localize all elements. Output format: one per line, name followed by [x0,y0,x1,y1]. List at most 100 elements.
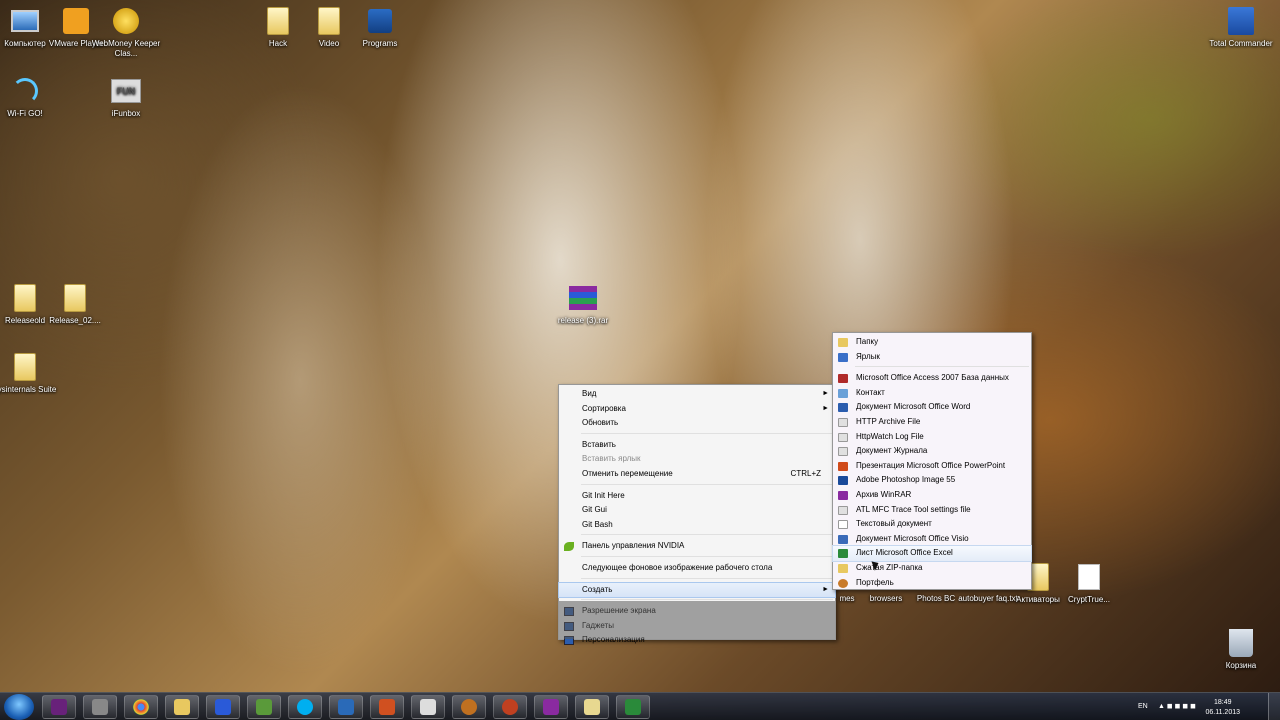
submenu-item-briefcase[interactable]: Портфель [833,576,1031,591]
desktop-icon-total-commander[interactable]: Total Commander [1204,6,1278,49]
taskbar-skype[interactable] [288,695,322,719]
tray-icons[interactable]: ▲ ◼ ◼ ◼ ◼ [1158,702,1196,712]
menu-item-git-bash[interactable]: Git Bash [559,518,835,533]
menu-item-refresh[interactable]: Обновить [559,416,835,431]
submenu-item-label: HttpWatch Log File [856,431,924,441]
desktop-icon-release-rar[interactable]: release (3).rar [546,283,620,326]
submenu-item-label: HTTP Archive File [856,416,921,426]
taskbar-winrar[interactable] [534,695,568,719]
menu-item-label: Git Gui [582,505,607,515]
taskbar-tools[interactable] [83,695,117,719]
taskbar-chrome[interactable] [124,695,158,719]
taskbar-app-4[interactable] [493,695,527,719]
desktop-icon-label: Total Commander [1209,39,1273,48]
menu-item-resolution[interactable]: Разрешение экрана [559,604,835,619]
file-icon [838,432,848,442]
computer-icon [11,10,39,32]
taskbar-app-2[interactable] [329,695,363,719]
desktop-icon-ifunbox[interactable]: FUN iFunbox [89,76,163,119]
taskbar-webmoney[interactable] [370,695,404,719]
menu-item-paste-shortcut: Вставить ярлык [559,452,835,467]
visual-studio-icon [51,699,67,715]
desktop-icon-webmoney[interactable]: WebMoney Keeper Clas... [89,6,163,59]
menu-item-create[interactable]: Создать ► [558,581,836,599]
submenu-item-visio[interactable]: Документ Microsoft Office Visio [833,532,1031,547]
taskbar-explorer[interactable] [165,695,199,719]
powerpoint-icon [838,461,848,471]
submenu-item-atl-mfc[interactable]: ATL MFC Trace Tool settings file [833,503,1031,518]
file-icon [838,417,848,427]
desktop-icon-programs[interactable]: Programs [343,6,417,49]
submenu-item-label: Текстовый документ [856,519,932,529]
menu-item-personalize[interactable]: Персонализация [559,633,835,648]
desktop-icon-release02[interactable]: Release_02.... [38,283,112,326]
desktop-icon-wifi[interactable]: Wi-Fi GO! [0,76,62,119]
taskbar-app-3[interactable] [452,695,486,719]
submenu-item-photoshop[interactable]: Adobe Photoshop Image 55 [833,473,1031,488]
menu-item-view[interactable]: Вид ► [559,387,835,402]
menu-item-label: Создать [582,584,613,594]
menu-item-next-background[interactable]: Следующее фоновое изображение рабочего с… [559,561,835,576]
menu-item-git-gui[interactable]: Git Gui [559,503,835,518]
desktop-icon-label: browsers [869,594,903,603]
menu-item-label: Git Init Here [582,490,625,500]
taskbar-app-5[interactable] [616,695,650,719]
submenu-item-excel[interactable]: Лист Microsoft Office Excel [832,545,1032,562]
desktop-icon-cryptrue[interactable]: CryptTrue... [1052,562,1126,605]
submenu-item-httpwatch[interactable]: HttpWatch Log File [833,430,1031,445]
gadgets-icon [564,621,574,631]
menu-item-undo-move[interactable]: Отменить перемещение CTRL+Z [559,467,835,482]
clock[interactable]: 18:49 06.11.2013 [1205,698,1240,718]
clock-date: 06.11.2013 [1205,709,1240,716]
menu-item-label: Сортировка [582,403,626,413]
access-icon [838,374,848,384]
folder-icon [14,353,36,381]
desktop-icon-label: Photos BC [916,594,956,603]
photoshop-icon [838,476,848,486]
desktop-icon-label: Release_02.... [49,316,101,325]
taskbar-app[interactable] [247,695,281,719]
taskbar-visual-studio[interactable] [42,695,76,719]
zip-folder-icon [838,563,848,573]
menu-item-gadgets[interactable]: Гаджеты [559,619,835,634]
submenu-item-powerpoint[interactable]: Презентация Microsoft Office PowerPoint [833,459,1031,474]
file-icon [1078,564,1100,590]
folder-icon [838,338,848,347]
submenu-item-contact[interactable]: Контакт [833,386,1031,401]
submenu-item-word[interactable]: Документ Microsoft Office Word [833,400,1031,415]
submenu-item-label: Adobe Photoshop Image 55 [856,475,956,485]
show-desktop-button[interactable] [1268,693,1280,720]
taskbar-total-commander[interactable] [206,695,240,719]
menu-item-git-init[interactable]: Git Init Here [559,489,835,504]
language-indicator[interactable]: EN [1138,702,1148,712]
shortcut-icon [838,352,848,362]
desktop-icon-label: Корзина [1225,661,1257,670]
submenu-item-zip[interactable]: Сжатая ZIP-папка [833,561,1031,576]
submenu-item-shortcut[interactable]: Ярлык [833,350,1031,365]
desktop-icon-sysinternals[interactable]: sysinternals Suite [0,352,62,395]
submenu-item-label: Сжатая ZIP-папка [856,562,923,572]
submenu-item-http-archive[interactable]: HTTP Archive File [833,415,1031,430]
submenu-item-access[interactable]: Microsoft Office Access 2007 База данных [833,371,1031,386]
submenu-arrow-icon: ► [822,390,829,397]
folder-icon [267,7,289,35]
taskbar-notepad[interactable] [575,695,609,719]
desktop-icon-recycle-bin[interactable]: Корзина [1204,628,1278,671]
menu-item-paste[interactable]: Вставить [559,438,835,453]
submenu-item-label: Документ Microsoft Office Word [856,402,971,412]
taskbar-editor[interactable] [411,695,445,719]
submenu-item-journal[interactable]: Документ Журнала [833,444,1031,459]
menu-item-label: Вставить ярлык [582,454,641,464]
menu-item-nvidia[interactable]: Панель управления NVIDIA [559,539,835,554]
desktop-icon-label: Hack [268,39,288,48]
menu-item-sort[interactable]: Сортировка ► [559,402,835,417]
chrome-icon [133,699,149,715]
taskbar: EN ▲ ◼ ◼ ◼ ◼ 18:49 06.11.2013 [0,692,1280,720]
folder-icon [14,284,36,312]
submenu-item-folder[interactable]: Папку [833,335,1031,350]
submenu-item-label: Папку [856,337,879,346]
start-button[interactable] [4,694,34,720]
submenu-item-text[interactable]: Текстовый документ [833,517,1031,532]
submenu-item-label: Лист Microsoft Office Excel [856,548,953,558]
submenu-item-winrar[interactable]: Архив WinRAR [833,488,1031,503]
